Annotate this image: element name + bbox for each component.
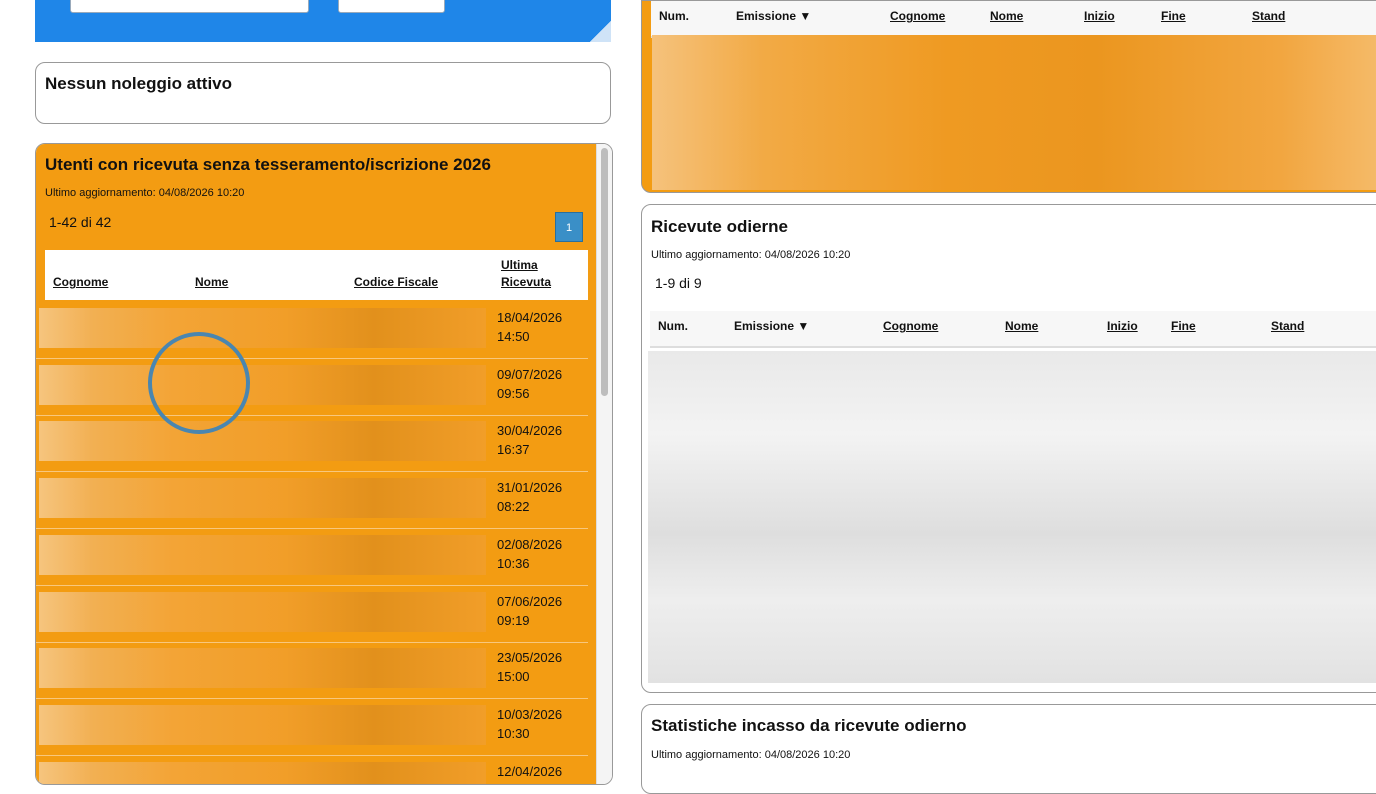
row-last-receipt: 31/01/2026 08:22: [497, 480, 563, 514]
redacted-user-data: [39, 592, 486, 632]
table-row[interactable]: 31/01/2026 08:22: [36, 472, 588, 529]
search-button[interactable]: [338, 0, 445, 13]
column-header-surname[interactable]: Cognome: [53, 275, 108, 289]
receipts-updated: Ultimo aggiornamento: 04/08/2026 10:20: [651, 249, 851, 261]
column-header-start[interactable]: Inizio: [1107, 319, 1138, 333]
redacted-user-data: [39, 308, 486, 348]
table-row[interactable]: 07/06/2026 09:19: [36, 586, 588, 643]
table-row[interactable]: 12/04/2026: [36, 756, 588, 784]
cursor-highlight-icon: [148, 332, 250, 434]
users-panel-updated: Ultimo aggiornamento: 04/08/2026 10:20: [45, 187, 245, 199]
row-last-receipt: 30/04/2026 16:37: [497, 423, 563, 457]
row-last-receipt: 23/05/2026 15:00: [497, 650, 563, 684]
users-panel-range: 1-42 di 42: [49, 214, 112, 230]
redacted-rentals-data: [652, 35, 1376, 190]
redacted-user-data: [39, 535, 486, 575]
no-rentals-card: Nessun noleggio attivo: [35, 62, 611, 124]
column-header-name[interactable]: Nome: [1005, 319, 1038, 333]
column-header-last-receipt[interactable]: Ultima: [501, 258, 538, 272]
scrollbar-thumb[interactable]: [601, 148, 608, 396]
row-last-receipt: 09/07/2026 09:56: [497, 367, 563, 401]
table-row[interactable]: 10/03/2026 10:30: [36, 699, 588, 756]
column-header-num: Num.: [659, 9, 689, 23]
row-last-receipt: 07/06/2026 09:19: [497, 594, 563, 628]
row-last-receipt: 02/08/2026 10:36: [497, 537, 563, 571]
column-header-end[interactable]: Fine: [1171, 319, 1196, 333]
column-header-stand[interactable]: Stand: [1252, 9, 1285, 23]
search-input[interactable]: [70, 0, 309, 13]
receipts-table-header: Num. Emissione ▼ Cognome Nome Inizio Fin…: [650, 311, 1376, 348]
column-header-issue[interactable]: Emissione ▼: [734, 319, 809, 333]
redacted-user-data: [39, 365, 486, 405]
column-header-issue[interactable]: Emissione ▼: [736, 9, 811, 23]
row-last-receipt: 12/04/2026: [497, 764, 563, 779]
users-panel-body: Utenti con ricevuta senza tesseramento/i…: [36, 144, 596, 784]
no-rentals-title: Nessun noleggio attivo: [45, 74, 233, 93]
redacted-user-data: [39, 648, 486, 688]
row-last-receipt: 18/04/2026 14:50: [497, 310, 563, 344]
users-panel-title: Utenti con ricevuta senza tesseramento/i…: [45, 155, 491, 174]
users-table-header: Cognome Nome Codice Fiscale Ultima Ricev…: [45, 250, 588, 300]
column-header-surname[interactable]: Cognome: [883, 319, 938, 333]
row-last-receipt: 10/03/2026 10:30: [497, 707, 563, 741]
column-header-end[interactable]: Fine: [1161, 9, 1186, 23]
resize-grip-icon[interactable]: [590, 21, 611, 42]
table-row[interactable]: 09/07/2026 09:56: [36, 359, 588, 416]
column-header-num: Num.: [658, 319, 688, 333]
receipts-range: 1-9 di 9: [655, 275, 702, 291]
table-row[interactable]: 02/08/2026 10:36: [36, 529, 588, 586]
search-panel: [35, 0, 611, 42]
redacted-user-data: [39, 478, 486, 518]
table-row[interactable]: 18/04/2026 14:50: [36, 302, 588, 359]
column-header-start[interactable]: Inizio: [1084, 9, 1115, 23]
users-without-membership-panel: Utenti con ricevuta senza tesseramento/i…: [35, 143, 613, 785]
redacted-user-data: [39, 705, 486, 745]
redacted-user-data: [39, 421, 486, 461]
column-header-stand[interactable]: Stand: [1271, 319, 1304, 333]
users-panel-scrollbar[interactable]: [596, 144, 612, 784]
column-header-last-receipt-line2[interactable]: Ricevuta: [501, 275, 551, 289]
column-header-surname[interactable]: Cognome: [890, 9, 945, 23]
redacted-user-data: [39, 762, 486, 784]
table-row[interactable]: 30/04/2026 16:37: [36, 415, 588, 472]
daily-income-stats-card: Statistiche incasso da ricevute odierno …: [641, 704, 1376, 794]
column-header-tax-code[interactable]: Codice Fiscale: [354, 275, 438, 289]
stats-updated: Ultimo aggiornamento: 04/08/2026 10:20: [651, 749, 851, 761]
todays-receipts-card: Ricevute odierne Ultimo aggiornamento: 0…: [641, 204, 1376, 693]
stats-title: Statistiche incasso da ricevute odierno: [651, 716, 967, 735]
pagination-page-button[interactable]: 1: [555, 212, 583, 242]
rentals-table-header: Num. Emissione ▼ Cognome Nome Inizio Fin…: [651, 1, 1376, 38]
column-header-name[interactable]: Nome: [990, 9, 1023, 23]
column-header-name[interactable]: Nome: [195, 275, 228, 289]
receipts-title: Ricevute odierne: [651, 217, 788, 236]
rentals-table-panel: Num. Emissione ▼ Cognome Nome Inizio Fin…: [641, 0, 1376, 193]
redacted-receipts-data: [648, 351, 1376, 683]
table-row[interactable]: 23/05/2026 15:00: [36, 642, 588, 699]
